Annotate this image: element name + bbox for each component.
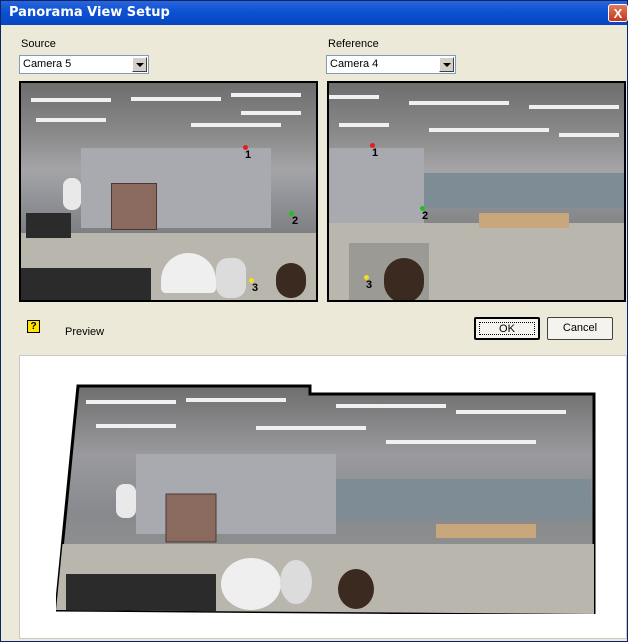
source-camera-value: Camera 5	[23, 58, 72, 70]
reference-camera-select[interactable]: Camera 4	[326, 55, 456, 74]
preview-label: Preview	[65, 326, 105, 338]
reference-camera-value: Camera 4	[330, 58, 379, 70]
reference-marker-1-label: 1	[372, 147, 379, 159]
source-marker-1-label: 1	[245, 149, 252, 161]
reference-label: Reference	[328, 38, 379, 50]
reference-marker-2-label: 2	[422, 210, 429, 222]
ok-button[interactable]: OK	[474, 317, 540, 340]
panorama-preview-image	[54, 384, 596, 616]
window-title: Panorama View Setup	[9, 5, 170, 20]
preview-panel	[19, 355, 627, 639]
reference-camera-view[interactable]: 1 2 3	[327, 81, 626, 302]
help-icon[interactable]: ?	[27, 320, 40, 333]
source-camera-view[interactable]: 1 2 3	[19, 81, 318, 302]
source-marker-2-label: 2	[292, 215, 299, 227]
chevron-down-icon[interactable]	[439, 57, 454, 72]
source-camera-select[interactable]: Camera 5	[19, 55, 149, 74]
chevron-down-icon[interactable]	[132, 57, 147, 72]
title-bar[interactable]: Panorama View Setup X	[1, 1, 628, 25]
close-button[interactable]: X	[608, 4, 628, 22]
panorama-view-setup-dialog: Panorama View Setup X Source Camera 5 Re…	[0, 0, 628, 642]
source-label: Source	[21, 38, 56, 50]
reference-marker-3-label: 3	[366, 279, 373, 291]
cancel-button[interactable]: Cancel	[547, 317, 613, 340]
source-marker-3-label: 3	[252, 282, 259, 294]
panorama-preview-svg	[54, 384, 596, 616]
source-camera-image	[21, 83, 316, 300]
reference-camera-image	[329, 83, 624, 300]
